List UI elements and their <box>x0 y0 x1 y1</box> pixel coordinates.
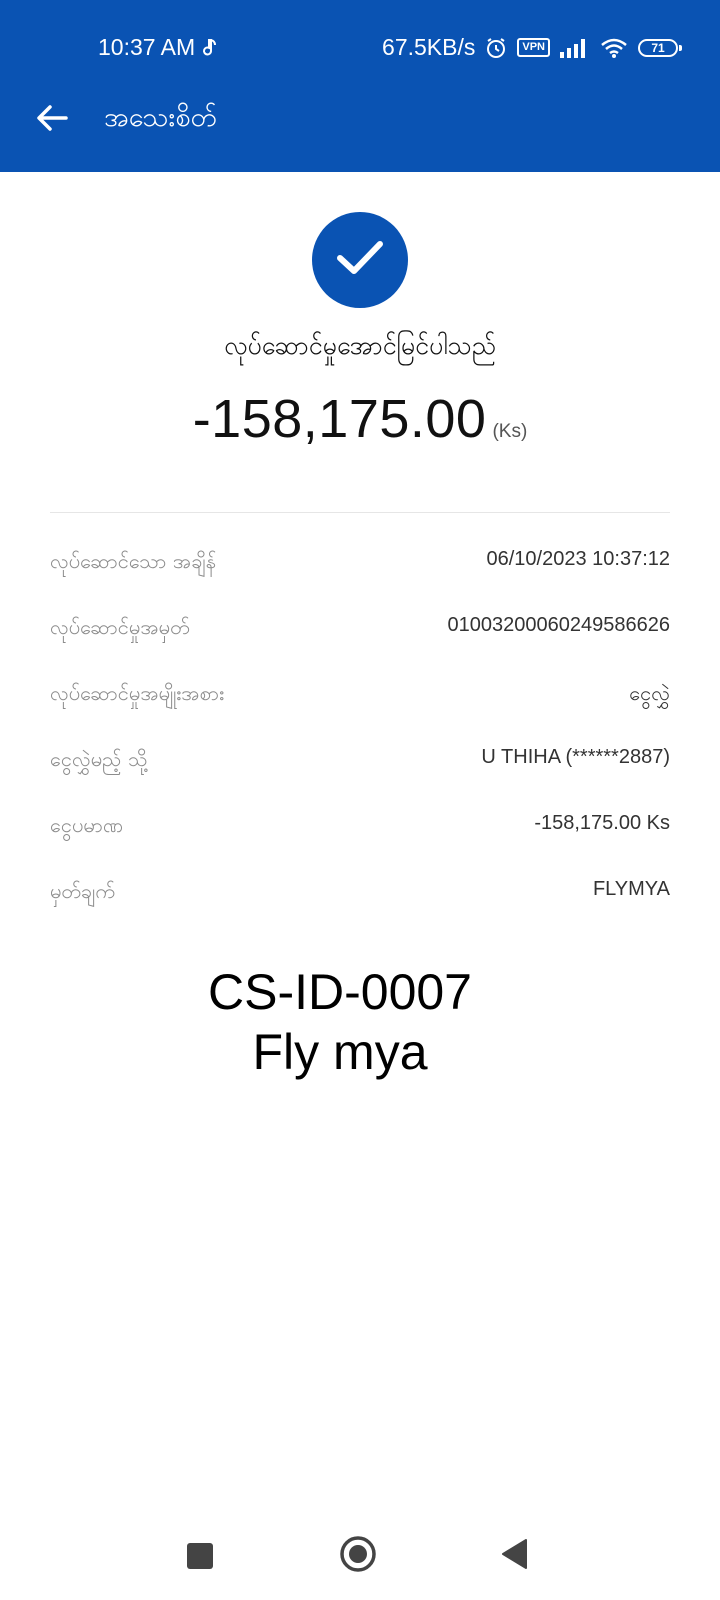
detail-label: လုပ်ဆောင်သော အချိန် <box>50 549 217 573</box>
alarm-icon <box>485 37 507 59</box>
triangle-left-icon <box>500 1538 528 1574</box>
detail-row-amount: ငွေပမာဏ -158,175.00 Ks <box>50 812 670 878</box>
amount-currency: (Ks) <box>492 421 528 442</box>
detail-value: 06/10/2023 10:37:12 <box>486 548 670 570</box>
battery-indicator: 71 <box>638 38 682 57</box>
detail-label: လုပ်ဆောင်မှုအမှတ် <box>50 615 190 639</box>
wifi-icon <box>600 37 628 59</box>
app-header: 10:37 AM 67.5KB/s VPN 71 အသေးစိတ် <box>0 0 720 172</box>
nav-back-button[interactable] <box>494 1536 534 1576</box>
music-note-icon <box>201 38 217 58</box>
detail-row-transaction-id: လုပ်ဆောင်မှုအမှတ် 01003200060249586626 <box>50 614 670 680</box>
status-time-group: 10:37 AM <box>98 34 217 61</box>
status-icons: 67.5KB/s VPN 71 <box>382 34 682 61</box>
back-button[interactable] <box>30 98 74 142</box>
detail-row-note: မှတ်ချက် FLYMYA <box>50 878 670 944</box>
overlay-text: CS-ID-0007 Fly mya <box>0 962 680 1082</box>
arrow-left-icon <box>36 104 68 136</box>
system-nav-bar <box>0 1520 720 1590</box>
vpn-badge: VPN <box>517 38 550 57</box>
app-bar: အသေးစိတ် <box>0 90 720 150</box>
overlay-line-2: Fly mya <box>252 1024 428 1080</box>
divider <box>50 512 670 513</box>
checkmark-icon <box>335 238 385 282</box>
detail-row-type: လုပ်ဆောင်မှုအမျိုးအစား ငွေလွှဲ <box>50 680 670 746</box>
circle-icon <box>339 1535 377 1577</box>
status-time: 10:37 AM <box>98 34 196 60</box>
detail-row-recipient: ငွေလွှဲမည့် သို့ U THIHA (******2887) <box>50 746 670 812</box>
detail-label: ငွေပမာဏ <box>50 813 124 837</box>
overlay-line-1: CS-ID-0007 <box>208 964 472 1020</box>
detail-value: FLYMYA <box>592 878 670 900</box>
detail-value: U THIHA (******2887) <box>481 746 670 768</box>
page-title: အသေးစိတ် <box>104 102 217 133</box>
transaction-amount: -158,175.00 (Ks) <box>0 388 720 450</box>
detail-row-time: လုပ်ဆောင်သော အချိန် 06/10/2023 10:37:12 <box>50 548 670 614</box>
amount-value: -158,175.00 <box>192 389 487 449</box>
transaction-details: လုပ်ဆောင်သော အချိန် 06/10/2023 10:37:12 … <box>50 548 670 944</box>
detail-label: ငွေလွှဲမည့် သို့ <box>50 747 148 771</box>
network-speed: 67.5KB/s <box>382 34 476 60</box>
detail-value: -158,175.00 Ks <box>534 812 670 834</box>
detail-value: 01003200060249586626 <box>447 614 670 636</box>
detail-value: ငွေလွှဲ <box>629 683 670 705</box>
square-icon <box>187 1543 213 1569</box>
detail-label: မှတ်ချက် <box>50 879 115 903</box>
success-badge <box>312 212 408 308</box>
detail-label: လုပ်ဆောင်မှုအမျိုးအစား <box>50 681 225 705</box>
recent-apps-button[interactable] <box>180 1536 220 1576</box>
home-button[interactable] <box>338 1536 378 1576</box>
signal-icon <box>560 38 590 58</box>
status-bar: 10:37 AM 67.5KB/s VPN 71 <box>0 28 720 68</box>
transaction-status: လုပ်ဆောင်မှုအောင်မြင်ပါသည် <box>224 331 496 360</box>
